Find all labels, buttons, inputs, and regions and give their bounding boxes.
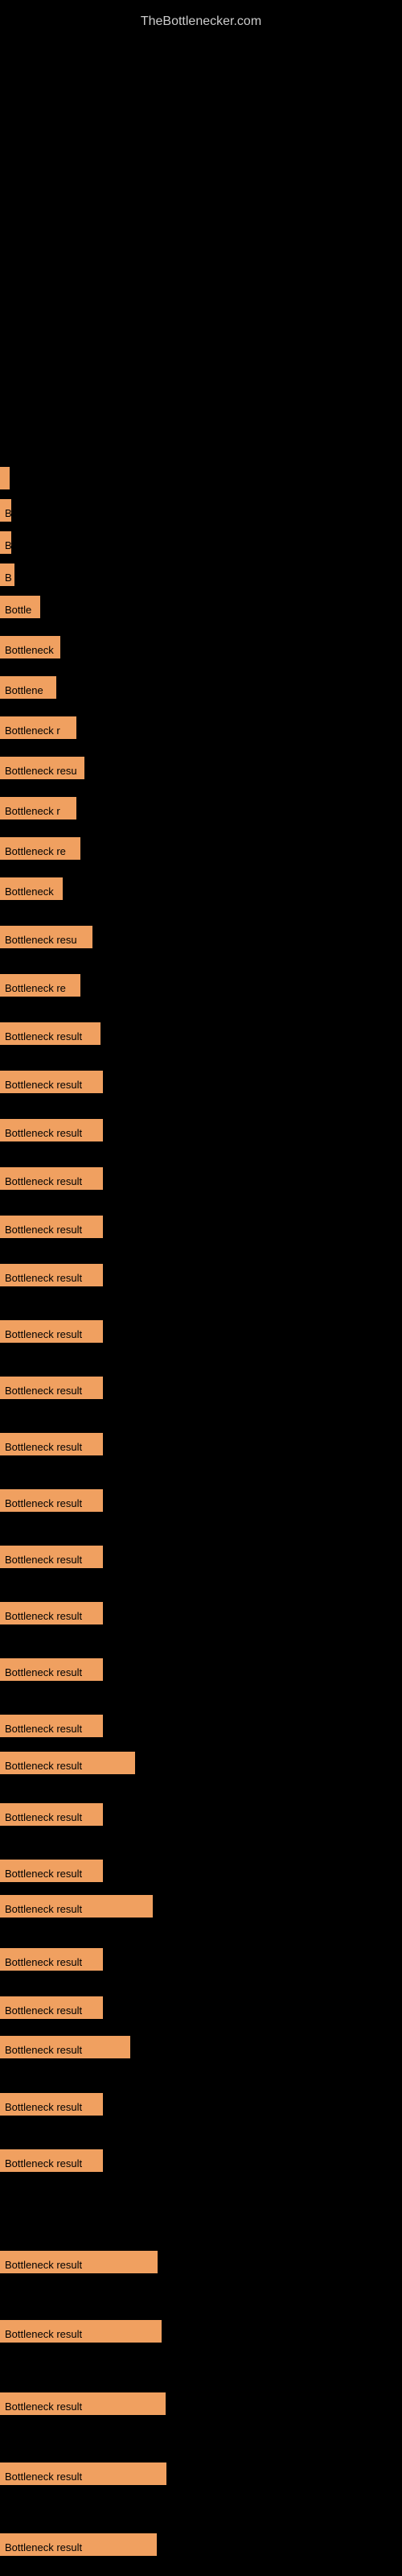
bottleneck-result-bar[interactable]: Bottleneck result [0,1895,153,1918]
bottleneck-result-bar[interactable]: Bottleneck result [0,1996,103,2019]
site-title: TheBottlenecker.com [0,6,402,37]
bottleneck-result-bar[interactable]: Bottleneck r [0,716,76,739]
bottleneck-result-bar[interactable]: Bottleneck result [0,1320,103,1343]
bottleneck-result-bar[interactable]: Bottleneck [0,636,60,658]
bottleneck-result-bar[interactable]: Bottleneck result [0,1216,103,1238]
bottleneck-result-bar[interactable]: Bottleneck result [0,2462,166,2485]
bottleneck-result-bar[interactable]: Bottleneck resu [0,757,84,779]
bottleneck-result-bar[interactable]: Bottleneck result [0,2036,130,2058]
bottleneck-result-bar[interactable]: Bottleneck result [0,2251,158,2273]
bottleneck-result-bar[interactable]: Bottleneck result [0,2320,162,2343]
bottleneck-result-bar[interactable]: Bottleneck result [0,1715,103,1737]
bottleneck-result-bar[interactable]: B [0,531,11,554]
bottleneck-result-bar[interactable]: B [0,564,14,586]
bottleneck-result-bar[interactable]: Bottleneck result [0,1022,100,1045]
bottleneck-result-bar[interactable]: Bottleneck result [0,1860,103,1882]
bottleneck-result-bar[interactable]: Bottleneck result [0,2533,157,2556]
bottleneck-result-bar[interactable]: Bottlene [0,676,56,699]
bottleneck-result-bar[interactable]: Bottleneck result [0,1752,135,1774]
bottleneck-result-bar[interactable]: Bottleneck result [0,1433,103,1455]
bottleneck-result-bar[interactable]: Bottleneck r [0,797,76,819]
bottleneck-result-bar[interactable]: Bottleneck result [0,1658,103,1681]
bottleneck-result-bar[interactable]: Bottleneck result [0,1803,103,1826]
bottleneck-result-bar[interactable]: Bottleneck result [0,1489,103,1512]
bottleneck-result-bar[interactable]: B [0,499,11,522]
bottleneck-result-bar[interactable]: Bottleneck result [0,2093,103,2116]
bottleneck-result-bar[interactable]: Bottleneck [0,877,63,900]
bottleneck-result-bar[interactable]: Bottleneck re [0,837,80,860]
bottleneck-result-bar[interactable]: Bottleneck result [0,2392,166,2415]
bottleneck-result-bar[interactable]: Bottleneck result [0,1119,103,1141]
bottleneck-result-bar[interactable]: Bottleneck result [0,1264,103,1286]
bottleneck-result-bar[interactable]: Bottleneck result [0,1377,103,1399]
bottleneck-result-bar[interactable] [0,467,10,489]
bottleneck-result-bar[interactable]: Bottleneck result [0,1602,103,1624]
bottleneck-result-bar[interactable]: Bottle [0,596,40,618]
bottleneck-result-bar[interactable]: Bottleneck resu [0,926,92,948]
bottleneck-result-bar[interactable]: Bottleneck re [0,974,80,997]
bottleneck-result-bar[interactable]: Bottleneck result [0,1948,103,1971]
bottleneck-result-bar[interactable]: Bottleneck result [0,2149,103,2172]
bottleneck-result-bar[interactable]: Bottleneck result [0,1546,103,1568]
bottleneck-result-bar[interactable]: Bottleneck result [0,1071,103,1093]
bottleneck-result-bar[interactable]: Bottleneck result [0,1167,103,1190]
